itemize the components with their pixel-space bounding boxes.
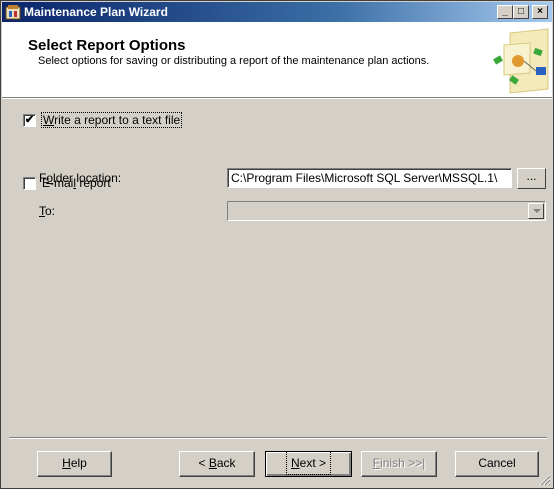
folder-location-input[interactable]: C:\Program Files\Microsoft SQL Server\MS… — [227, 168, 512, 188]
help-button[interactable]: Help — [37, 451, 112, 477]
close-button[interactable]: × — [532, 5, 548, 19]
next-button[interactable]: Next > — [265, 451, 352, 477]
to-label: To: — [39, 204, 55, 218]
footer-divider-highlight — [9, 438, 547, 439]
wizard-window: Maintenance Plan Wizard _ □ × Select Rep… — [0, 0, 554, 489]
resize-grip-icon[interactable] — [539, 474, 551, 486]
write-report-label-b: rite a report to a text file — [54, 113, 181, 127]
header-divider-highlight — [2, 98, 552, 99]
browse-folder-button[interactable]: ... — [517, 168, 546, 189]
page-subtitle: Select options for saving or distributin… — [38, 55, 430, 67]
next-button-accel: N — [290, 456, 300, 470]
next-button-focus: Next > — [285, 451, 332, 475]
to-label-b: o: — [45, 204, 56, 218]
cancel-button[interactable]: Cancel — [455, 451, 539, 477]
finish-button[interactable]: Finish >>| — [361, 451, 437, 477]
help-button-label-b: elp — [70, 456, 87, 470]
minimize-button[interactable]: _ — [497, 5, 513, 19]
finish-button-label-b: inish >>| — [380, 456, 426, 470]
next-button-label-b: ext > — [299, 456, 327, 470]
finish-button-accel: F — [372, 456, 381, 470]
back-button[interactable]: < Back — [179, 451, 255, 477]
wizard-app-icon — [5, 5, 21, 20]
cancel-button-label: Cancel — [478, 456, 516, 470]
chevron-down-icon[interactable] — [528, 203, 544, 219]
email-report-checkbox[interactable] — [23, 177, 36, 190]
email-report-label-b: report — [76, 176, 111, 190]
to-operator-dropdown[interactable] — [227, 201, 546, 221]
help-button-accel: H — [62, 456, 71, 470]
page-title: Select Report Options — [28, 37, 186, 54]
maximize-button[interactable]: □ — [513, 5, 529, 19]
back-button-accel: B — [208, 456, 217, 470]
back-button-label-a: < — [198, 456, 209, 470]
email-report-label[interactable]: E-mail report — [42, 176, 111, 190]
write-report-label-accel: W — [43, 113, 55, 127]
maintenance-plan-art — [493, 28, 549, 94]
window-title: Maintenance Plan Wizard — [24, 5, 168, 19]
wizard-header: Select Report Options Select options for… — [2, 22, 552, 97]
write-report-checkbox[interactable]: ✔ — [23, 114, 36, 127]
back-button-label-b: ack — [216, 456, 236, 470]
title-bar[interactable]: Maintenance Plan Wizard _ □ × — [2, 2, 552, 22]
email-report-label-a: E-mai — [42, 176, 74, 190]
write-report-label[interactable]: Write a report to a text file — [40, 112, 183, 128]
